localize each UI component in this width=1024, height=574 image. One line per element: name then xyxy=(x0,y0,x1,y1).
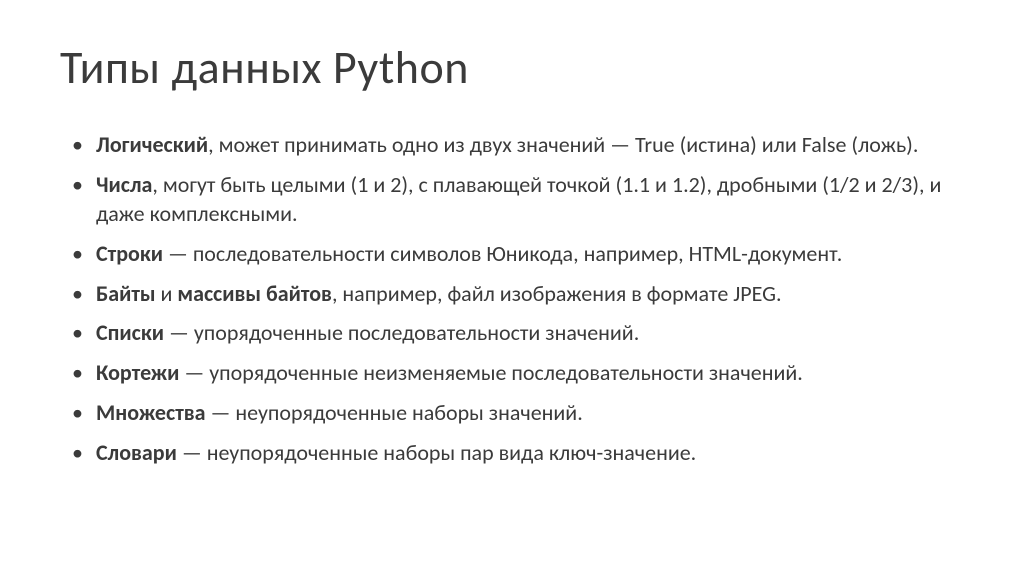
list-item: Списки — упорядоченные последовательност… xyxy=(96,318,964,348)
list-item-text: — неупорядоченные наборы значений. xyxy=(206,399,583,426)
list-item-text: — последовательности символов Юникода, н… xyxy=(163,240,842,267)
list-item: Множества — неупорядоченные наборы значе… xyxy=(96,398,964,428)
list-item-text: , может принимать одно из двух значений … xyxy=(208,131,918,158)
slide-title: Типы данных Python xyxy=(60,40,964,96)
list-item-text: — неупорядоченные наборы пар вида ключ-з… xyxy=(177,439,696,466)
list-item-text: , например, файл изображения в формате J… xyxy=(332,280,782,307)
list-item-joiner: и xyxy=(156,280,178,307)
list-item: Логический, может принимать одно из двух… xyxy=(96,130,964,160)
list-item-bold: Строки xyxy=(96,240,163,267)
bullet-list: Логический, может принимать одно из двух… xyxy=(60,130,964,467)
list-item-text: — упорядоченные неизменяемые последовате… xyxy=(179,359,802,386)
list-item-bold: Списки xyxy=(96,319,164,346)
list-item-bold: массивы байтов xyxy=(177,280,332,307)
list-item-bold: Словари xyxy=(96,439,177,466)
list-item-bold: Логический xyxy=(96,131,208,158)
list-item-text: — упорядоченные последовательности значе… xyxy=(164,319,639,346)
list-item: Строки — последовательности символов Юни… xyxy=(96,239,964,269)
slide: Типы данных Python Логический, может при… xyxy=(0,0,1024,574)
list-item-text: , могут быть целыми (1 и 2), с плавающей… xyxy=(96,171,941,228)
list-item: Словари — неупорядоченные наборы пар вид… xyxy=(96,438,964,468)
list-item: Кортежи — упорядоченные неизменяемые пос… xyxy=(96,358,964,388)
list-item: Числа, могут быть целыми (1 и 2), с плав… xyxy=(96,170,964,229)
list-item-bold: Кортежи xyxy=(96,359,179,386)
list-item-bold: Байты xyxy=(96,280,156,307)
list-item: Байты и массивы байтов, например, файл и… xyxy=(96,279,964,309)
list-item-bold: Множества xyxy=(96,399,206,426)
list-item-bold: Числа xyxy=(96,171,152,198)
